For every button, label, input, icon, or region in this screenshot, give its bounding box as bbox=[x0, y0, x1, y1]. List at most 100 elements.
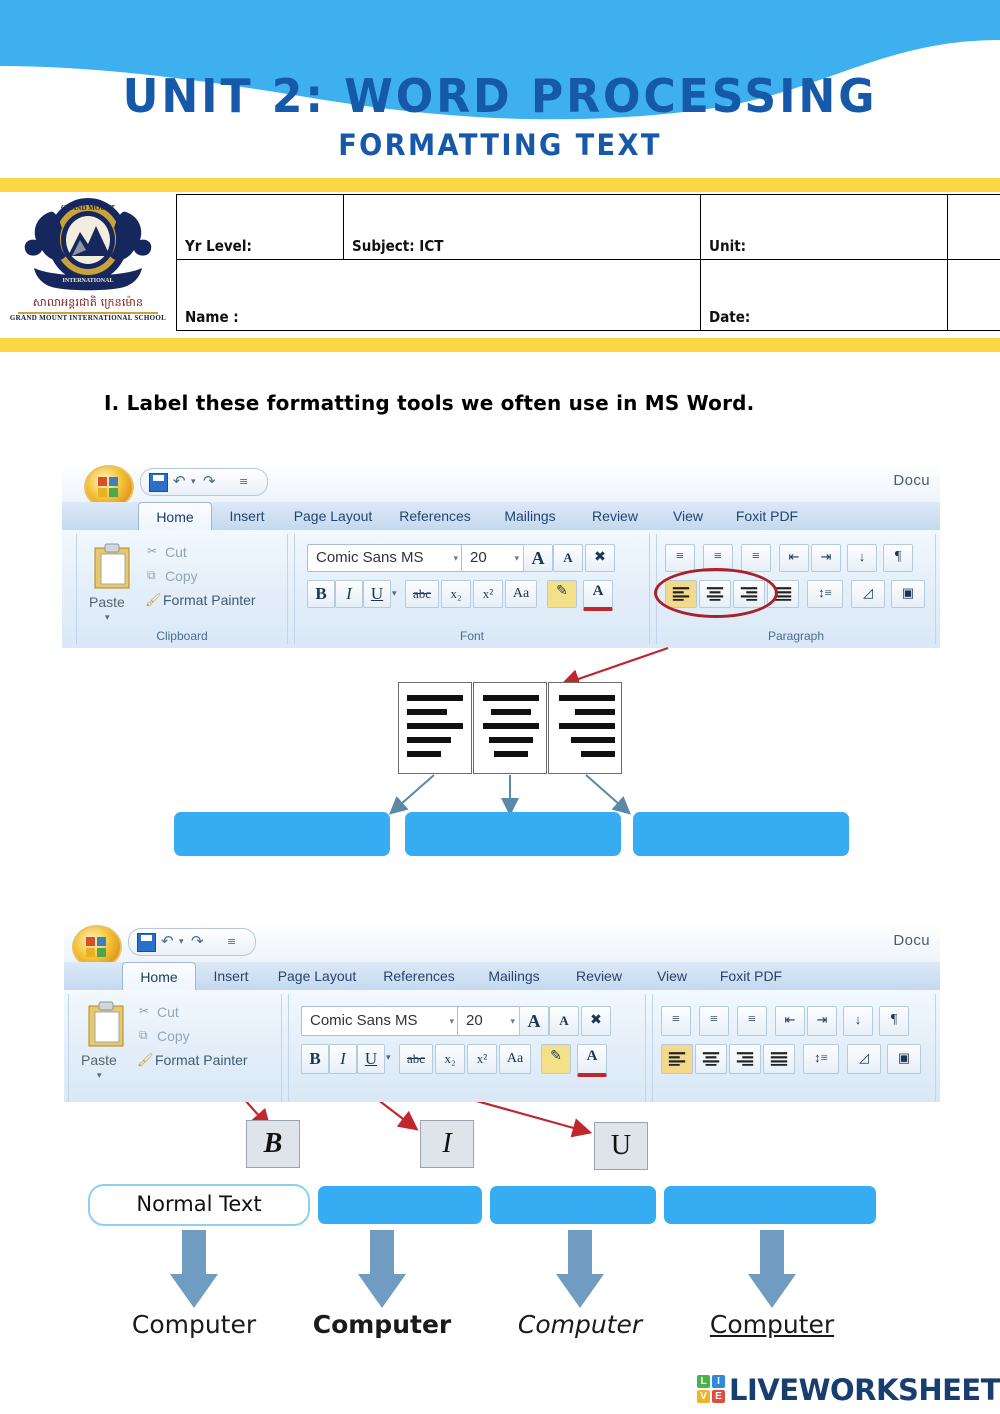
copy-label[interactable]: Copy bbox=[157, 1028, 190, 1044]
bullets-button[interactable]: ≡ bbox=[665, 544, 695, 572]
qat-customize-icon[interactable]: ≡ bbox=[227, 935, 236, 948]
cut-icon[interactable]: ✂ bbox=[147, 544, 157, 558]
tab-insert[interactable]: Insert bbox=[200, 962, 262, 990]
line-spacing-button[interactable]: ↕≡ bbox=[803, 1044, 839, 1074]
clear-formatting-button[interactable]: ✖ bbox=[581, 1006, 611, 1036]
tab-references[interactable]: References bbox=[372, 962, 466, 990]
grow-font-button[interactable]: A bbox=[523, 544, 553, 572]
underline-button[interactable]: U bbox=[357, 1044, 385, 1074]
paste-label[interactable]: Paste bbox=[81, 1052, 117, 1068]
show-formatting-marks-button[interactable]: ¶ bbox=[879, 1006, 909, 1036]
tab-insert[interactable]: Insert bbox=[216, 502, 278, 530]
answer-input-style-2[interactable] bbox=[490, 1186, 656, 1224]
strikethrough-button[interactable]: abc bbox=[405, 580, 439, 608]
bold-button[interactable]: B bbox=[301, 1044, 329, 1074]
format-painter-icon[interactable]: 🖌 bbox=[137, 1052, 154, 1068]
change-case-button[interactable]: Aa bbox=[505, 580, 537, 608]
paste-label[interactable]: Paste bbox=[89, 594, 125, 610]
answer-input-style-3[interactable] bbox=[664, 1186, 876, 1224]
tab-mailings[interactable]: Mailings bbox=[472, 962, 556, 990]
cut-label[interactable]: Cut bbox=[165, 544, 187, 560]
numbering-button[interactable]: ≡ bbox=[699, 1006, 729, 1036]
borders-button[interactable]: ▣ bbox=[887, 1044, 921, 1074]
undo-icon[interactable]: ↶ bbox=[161, 932, 174, 950]
tab-foxit-pdf[interactable]: Foxit PDF bbox=[708, 962, 794, 990]
bold-button[interactable]: B bbox=[307, 580, 335, 608]
superscript-button[interactable]: x² bbox=[467, 1044, 497, 1074]
tab-foxit-pdf[interactable]: Foxit PDF bbox=[724, 502, 810, 530]
font-name-combo[interactable]: Comic Sans MS ▾ bbox=[301, 1006, 461, 1036]
save-icon[interactable] bbox=[149, 473, 168, 492]
subscript-button[interactable]: x₂ bbox=[435, 1044, 465, 1074]
shrink-font-button[interactable]: A bbox=[553, 544, 583, 572]
format-painter-icon[interactable]: 🖌 bbox=[145, 592, 162, 608]
copy-icon[interactable]: ⧉ bbox=[139, 1028, 148, 1043]
line-spacing-button[interactable]: ↕≡ bbox=[807, 580, 843, 608]
chevron-down-icon[interactable]: ▾ bbox=[453, 545, 458, 571]
subscript-button[interactable]: x₂ bbox=[441, 580, 471, 608]
align-left-button[interactable] bbox=[661, 1044, 693, 1074]
superscript-button[interactable]: x² bbox=[473, 580, 503, 608]
highlight-color-button[interactable]: ✎ bbox=[541, 1044, 571, 1074]
tab-review[interactable]: Review bbox=[562, 962, 636, 990]
tab-mailings[interactable]: Mailings bbox=[488, 502, 572, 530]
chevron-down-icon[interactable]: ▾ bbox=[449, 1007, 454, 1035]
shading-button[interactable]: ◿ bbox=[851, 580, 885, 608]
copy-icon[interactable]: ⧉ bbox=[147, 568, 156, 583]
show-formatting-marks-button[interactable]: ¶ bbox=[883, 544, 913, 572]
italic-button[interactable]: I bbox=[329, 1044, 357, 1074]
chevron-down-icon[interactable]: ▾ bbox=[510, 1007, 515, 1035]
increase-indent-button[interactable]: ⇥ bbox=[807, 1006, 837, 1036]
copy-label[interactable]: Copy bbox=[165, 568, 198, 584]
font-size-combo[interactable]: 20 ▾ bbox=[457, 1006, 521, 1036]
answer-input-style-1[interactable] bbox=[318, 1186, 482, 1224]
sort-button[interactable]: ↓ bbox=[843, 1006, 873, 1036]
shrink-font-button[interactable]: A bbox=[549, 1006, 579, 1036]
tab-references[interactable]: References bbox=[388, 502, 482, 530]
borders-button[interactable]: ▣ bbox=[891, 580, 925, 608]
undo-dropdown-icon[interactable]: ▾ bbox=[191, 477, 196, 487]
clear-formatting-button[interactable]: ✖ bbox=[585, 544, 615, 572]
format-painter-label[interactable]: Format Painter bbox=[163, 592, 256, 608]
bullets-button[interactable]: ≡ bbox=[661, 1006, 691, 1036]
change-case-button[interactable]: Aa bbox=[499, 1044, 531, 1074]
shading-button[interactable]: ◿ bbox=[847, 1044, 881, 1074]
undo-icon[interactable]: ↶ bbox=[173, 472, 186, 490]
tab-view[interactable]: View bbox=[658, 502, 718, 530]
paste-icon[interactable] bbox=[85, 1000, 127, 1048]
answer-input-align-1[interactable] bbox=[174, 812, 390, 856]
font-name-combo[interactable]: Comic Sans MS ▾ bbox=[307, 544, 465, 572]
grow-font-button[interactable]: A bbox=[519, 1006, 549, 1036]
paste-icon[interactable] bbox=[91, 542, 133, 590]
cut-label[interactable]: Cut bbox=[157, 1004, 179, 1020]
tab-review[interactable]: Review bbox=[578, 502, 652, 530]
paste-dropdown-icon[interactable]: ▾ bbox=[105, 612, 110, 623]
chevron-down-icon[interactable]: ▾ bbox=[514, 545, 519, 571]
font-color-button[interactable]: A bbox=[583, 580, 613, 611]
multilevel-list-button[interactable]: ≡ bbox=[737, 1006, 767, 1036]
italic-button[interactable]: I bbox=[335, 580, 363, 608]
redo-icon[interactable]: ↷ bbox=[191, 932, 204, 950]
quick-access-toolbar[interactable]: ↶ ▾ ↷ ≡ bbox=[140, 468, 268, 496]
tab-home[interactable]: Home bbox=[138, 502, 212, 531]
align-center-button[interactable] bbox=[695, 1044, 727, 1074]
save-icon[interactable] bbox=[137, 933, 156, 952]
highlight-color-button[interactable]: ✎ bbox=[547, 580, 577, 608]
font-size-combo[interactable]: 20 ▾ bbox=[461, 544, 525, 572]
multilevel-list-button[interactable]: ≡ bbox=[741, 544, 771, 572]
undo-dropdown-icon[interactable]: ▾ bbox=[179, 937, 184, 947]
format-painter-label[interactable]: Format Painter bbox=[155, 1052, 248, 1068]
cut-icon[interactable]: ✂ bbox=[139, 1004, 149, 1018]
tab-home[interactable]: Home bbox=[122, 962, 196, 991]
increase-indent-button[interactable]: ⇥ bbox=[811, 544, 841, 572]
decrease-indent-button[interactable]: ⇤ bbox=[779, 544, 809, 572]
tab-page-layout[interactable]: Page Layout bbox=[284, 502, 382, 530]
tab-page-layout[interactable]: Page Layout bbox=[268, 962, 366, 990]
underline-button[interactable]: U bbox=[363, 580, 391, 608]
strikethrough-button[interactable]: abc bbox=[399, 1044, 433, 1074]
underline-dropdown-icon[interactable]: ▾ bbox=[392, 588, 397, 599]
sort-button[interactable]: ↓ bbox=[847, 544, 877, 572]
paste-dropdown-icon[interactable]: ▾ bbox=[97, 1070, 102, 1081]
redo-icon[interactable]: ↷ bbox=[203, 472, 216, 490]
decrease-indent-button[interactable]: ⇤ bbox=[775, 1006, 805, 1036]
